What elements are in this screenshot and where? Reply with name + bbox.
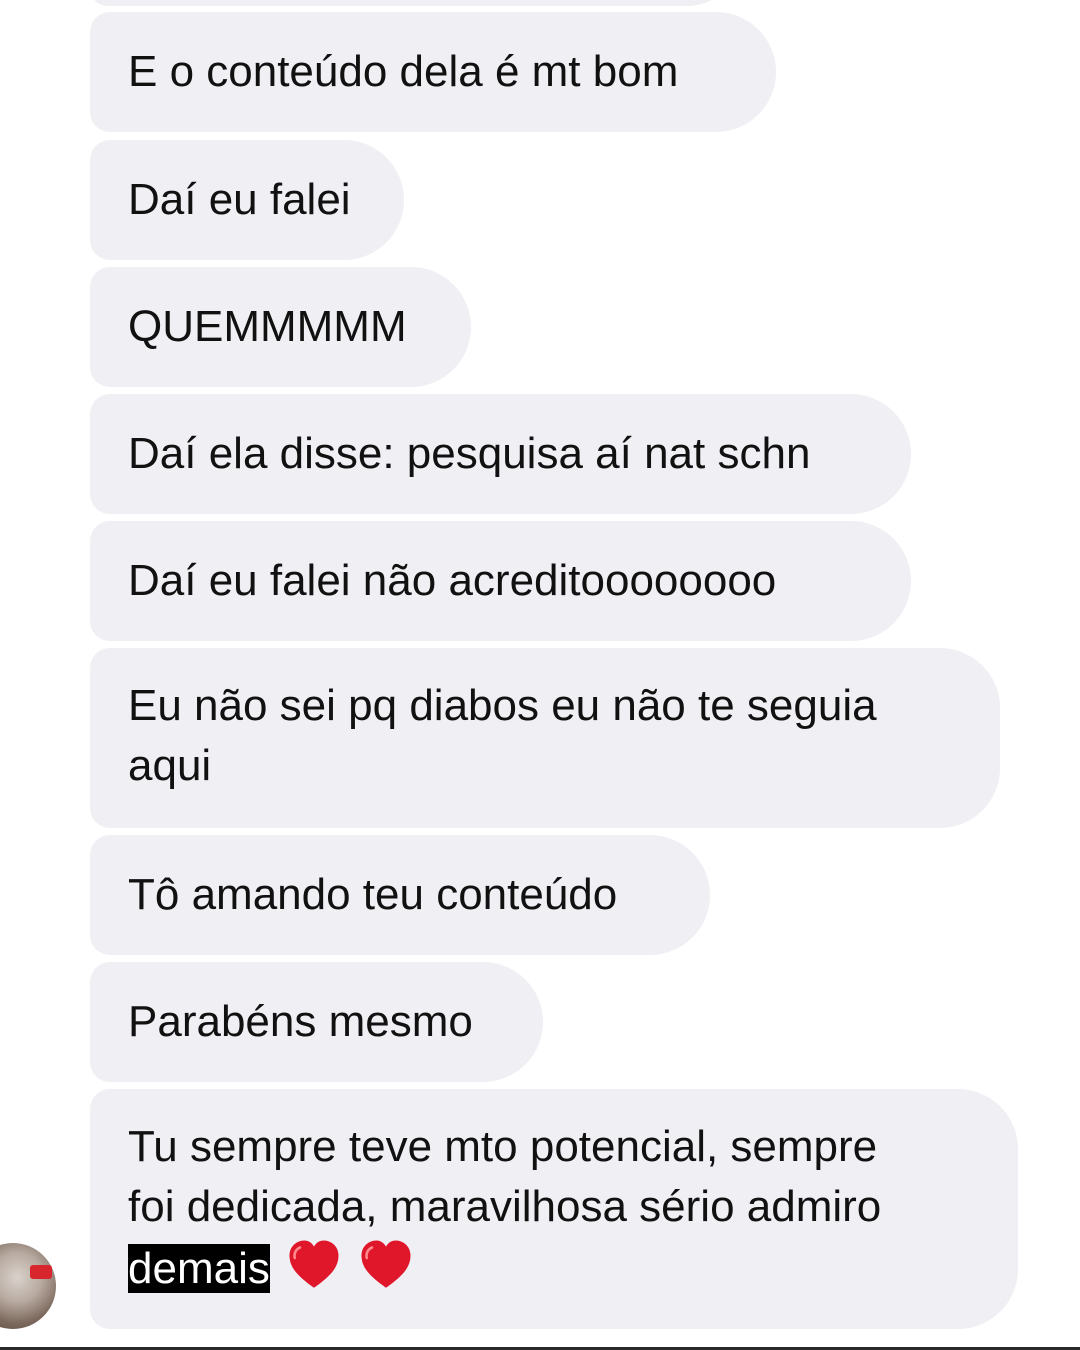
message-bubble[interactable]: Tô amando teu conteúdo — [90, 835, 710, 955]
selected-text-highlight[interactable]: demais — [128, 1244, 270, 1293]
message-line: Eu não sei pq diabos eu não te seguia — [128, 681, 877, 730]
message-line: aqui — [128, 741, 212, 790]
message-thread: E o conteúdo dela é mt bom Daí eu falei … — [0, 0, 1080, 1350]
message-bubble[interactable]: Daí eu falei — [90, 140, 404, 260]
message-bubble[interactable]: QUEMMMMM — [90, 267, 471, 387]
message-bubble[interactable]: Parabéns mesmo — [90, 962, 543, 1082]
message-line: demais — [128, 1237, 881, 1299]
message-bubble[interactable]: Daí eu falei não acreditoooooooo — [90, 521, 911, 641]
message-bubble[interactable]: E o conteúdo dela é mt bom — [90, 12, 776, 132]
message-text: E o conteúdo dela é mt bom — [128, 47, 679, 96]
message-text: Daí ela disse: pesquisa aí nat schn — [128, 429, 811, 478]
message-bubble[interactable]: Eu não sei pq diabos eu não te seguia aq… — [90, 648, 1000, 828]
red-heart-icon — [289, 1240, 339, 1288]
message-bubble-partial[interactable] — [90, 0, 740, 6]
message-text: Tô amando teu conteúdo — [128, 870, 618, 919]
message-text: Daí eu falei não acreditoooooooo — [128, 556, 777, 605]
message-line: foi dedicada, maravilhosa sério admiro — [128, 1182, 882, 1231]
message-text: QUEMMMMM — [128, 302, 407, 351]
message-bubble[interactable]: Daí ela disse: pesquisa aí nat schn — [90, 394, 911, 514]
message-text: Daí eu falei — [128, 175, 351, 224]
user-avatar[interactable] — [0, 1243, 56, 1329]
message-text: Parabéns mesmo — [128, 997, 473, 1046]
avatar-image — [0, 1243, 56, 1329]
message-line: Tu sempre teve mto potencial, sempre — [128, 1122, 878, 1171]
red-heart-icon — [361, 1240, 411, 1288]
message-text: Tu sempre teve mto potencial, sempre foi… — [128, 1117, 881, 1299]
message-bubble[interactable]: Tu sempre teve mto potencial, sempre foi… — [90, 1089, 1018, 1329]
message-text: Eu não sei pq diabos eu não te seguia aq… — [128, 676, 877, 796]
